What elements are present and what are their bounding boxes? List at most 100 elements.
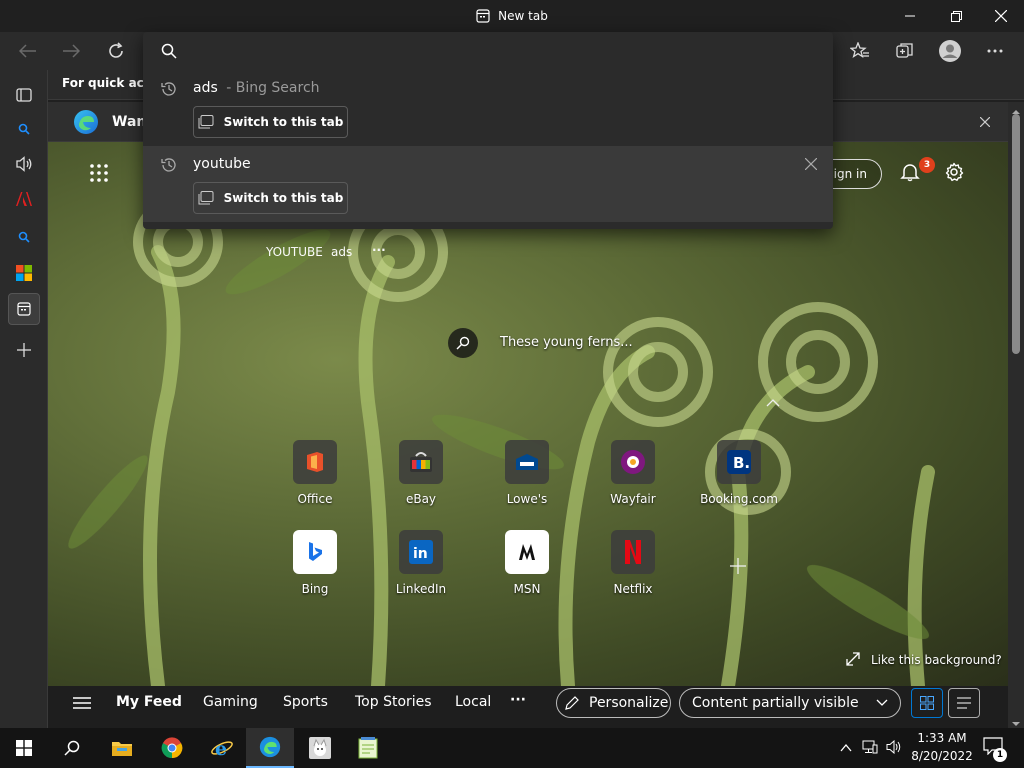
grid-layout-button[interactable] — [911, 688, 943, 718]
back-button[interactable] — [12, 36, 44, 66]
chevron-down-icon — [876, 699, 888, 706]
tile-bing[interactable]: Bing — [275, 530, 355, 610]
show-hidden-icons-button[interactable] — [840, 741, 852, 752]
taskbar-internet-explorer[interactable]: e — [198, 728, 246, 768]
volume-icon[interactable] — [886, 739, 902, 755]
hamburger-menu-icon — [73, 697, 91, 709]
tile-ebay[interactable]: eBay — [381, 440, 461, 520]
tile-booking[interactable]: B. Booking.com — [699, 440, 779, 520]
taskbar-chrome[interactable] — [148, 728, 196, 768]
sidebar-tab-adobe[interactable] — [8, 183, 40, 215]
collections-button[interactable] — [889, 36, 921, 66]
tile-office[interactable]: Office — [275, 440, 355, 520]
sidebar-tab-bing-search-1[interactable] — [8, 113, 40, 145]
search-icon — [456, 336, 470, 350]
feed-tab-top-stories[interactable]: Top Stories — [355, 694, 432, 710]
taskbar-edge-active[interactable] — [246, 728, 294, 768]
remove-suggestion-button[interactable] — [804, 157, 819, 172]
scroll-up-arrow[interactable] — [1011, 104, 1021, 114]
add-site-button[interactable] — [730, 558, 748, 576]
sidebar-tab-bing-search-2[interactable] — [8, 221, 40, 253]
quick-link-youtube[interactable]: YOUTUBE — [266, 245, 323, 259]
address-input[interactable] — [183, 40, 823, 62]
switch-to-tab-button-youtube[interactable]: Switch to this tab — [193, 182, 348, 214]
page-settings-button[interactable] — [944, 162, 966, 184]
ebay-icon — [399, 440, 443, 484]
lowes-icon — [505, 440, 549, 484]
taskbar-notepad[interactable] — [344, 728, 392, 768]
network-icon[interactable] — [862, 740, 878, 754]
msn-icon — [505, 530, 549, 574]
scroll-down-arrow[interactable] — [1011, 716, 1021, 726]
close-icon — [995, 10, 1007, 22]
search-icon — [64, 740, 80, 756]
scrollbar-thumb[interactable] — [1012, 114, 1020, 354]
address-search-icon — [161, 43, 177, 59]
tile-wayfair[interactable]: Wayfair — [593, 440, 673, 520]
sidebar-tab-microsoft[interactable] — [8, 257, 40, 289]
notice-close-button[interactable] — [979, 116, 994, 130]
quick-links-more[interactable]: ··· — [372, 243, 386, 257]
refresh-button[interactable] — [100, 36, 132, 66]
expand-icon — [846, 652, 860, 666]
clock-date[interactable]: 8/20/2022 — [904, 749, 980, 763]
close-button[interactable] — [978, 0, 1024, 32]
start-button[interactable] — [0, 728, 48, 768]
forward-button[interactable] — [55, 36, 87, 66]
search-icon — [18, 123, 30, 135]
tile-msn[interactable]: MSN — [487, 530, 567, 610]
taskbar-cat-app[interactable] — [296, 728, 344, 768]
new-tab-button[interactable] — [8, 334, 40, 366]
bell-icon — [900, 164, 920, 182]
feed-more-button[interactable]: ··· — [510, 692, 526, 708]
tab-actions-button[interactable] — [8, 79, 40, 111]
suggestion-text: ads - Bing Search — [193, 80, 320, 96]
tile-lowes[interactable]: Lowe's — [487, 440, 567, 520]
profile-button[interactable] — [934, 36, 966, 66]
list-layout-button[interactable] — [948, 688, 980, 718]
restore-button[interactable] — [933, 0, 979, 32]
svg-text:in: in — [413, 546, 428, 562]
folder-icon — [112, 742, 132, 756]
suggestion-text: youtube — [193, 156, 251, 172]
sidebar-tab-audio[interactable] — [8, 148, 40, 180]
like-background-link[interactable]: Like this background? — [871, 653, 1002, 667]
suggestion-row-youtube[interactable]: youtube Switch to this tab — [143, 146, 833, 222]
content-visibility-select[interactable]: Content partially visible — [679, 688, 901, 718]
feed-tab-sports[interactable]: Sports — [283, 694, 328, 710]
sidebar-tab-new-tab-active[interactable] — [8, 293, 40, 325]
tab-actions-icon — [16, 88, 32, 102]
edge-logo-icon — [73, 109, 99, 135]
minimize-icon — [905, 15, 915, 17]
collapse-tiles-button[interactable] — [766, 396, 782, 408]
tile-netflix[interactable]: Netflix — [593, 530, 673, 610]
address-bar-dropdown: ads - Bing Search Switch to this tab you… — [143, 32, 833, 229]
quick-link-ads[interactable]: ads — [331, 245, 352, 259]
feed-menu-button[interactable] — [73, 696, 91, 710]
app-launcher-button[interactable] — [90, 164, 112, 186]
minimize-button[interactable] — [887, 0, 933, 32]
tab-icon — [198, 191, 214, 205]
tile-linkedin[interactable]: in LinkedIn — [381, 530, 461, 610]
feed-tab-local[interactable]: Local — [455, 694, 491, 710]
netflix-icon — [611, 530, 655, 574]
arrow-left-icon — [19, 44, 36, 58]
taskbar-search-button[interactable] — [48, 728, 96, 768]
feed-tab-my-feed[interactable]: My Feed — [116, 694, 182, 710]
booking-icon: B. — [717, 440, 761, 484]
notification-badge: 3 — [919, 157, 935, 173]
image-search-button[interactable] — [448, 328, 478, 358]
taskbar-file-explorer[interactable] — [98, 728, 146, 768]
suggestion-row-ads[interactable]: ads - Bing Search Switch to this tab — [143, 70, 833, 146]
notepad-icon — [358, 737, 378, 759]
favorites-button[interactable] — [844, 36, 876, 66]
restore-icon — [950, 10, 962, 22]
clock-time[interactable]: 1:33 AM — [904, 731, 980, 745]
personalize-button[interactable]: Personalize — [556, 688, 671, 718]
window-title: New tab — [0, 0, 1024, 32]
switch-to-tab-button-ads[interactable]: Switch to this tab — [193, 106, 348, 138]
list-layout-icon — [957, 697, 971, 709]
image-caption[interactable]: These young ferns... — [500, 335, 633, 350]
feed-tab-gaming[interactable]: Gaming — [203, 694, 258, 710]
settings-more-button[interactable] — [979, 36, 1011, 66]
